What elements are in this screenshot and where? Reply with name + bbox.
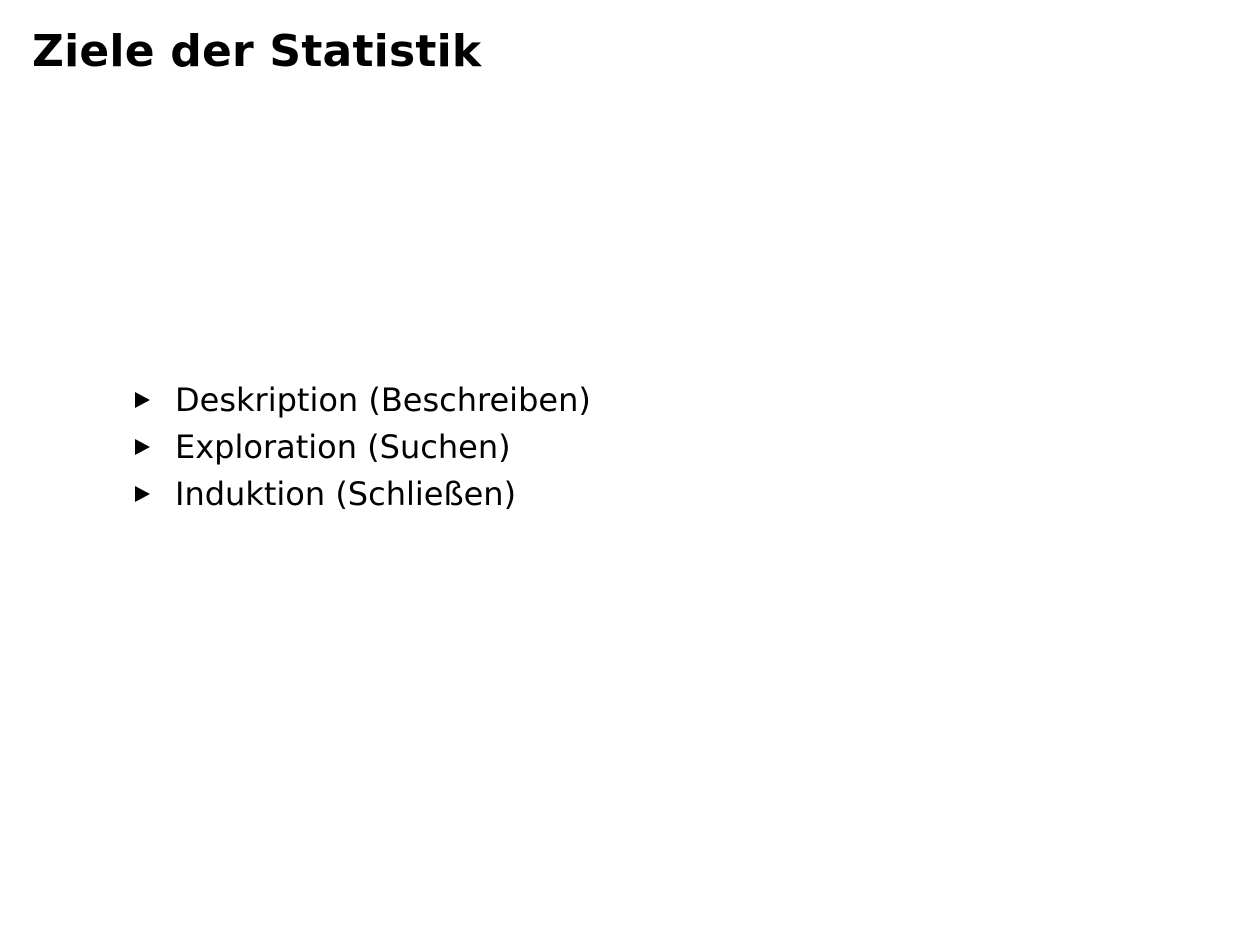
- slide: Ziele der Statistik Deskription (Beschre…: [0, 0, 1260, 945]
- triangle-right-icon: [135, 391, 150, 408]
- bullet-text: Deskription (Beschreiben): [175, 380, 591, 419]
- triangle-right-icon: [135, 438, 150, 455]
- slide-title: Ziele der Statistik: [32, 26, 482, 77]
- bullet-item-exploration: Exploration (Suchen): [135, 423, 591, 470]
- triangle-right-icon: [135, 485, 150, 502]
- bullet-text: Exploration (Suchen): [175, 427, 511, 466]
- bullet-list: Deskription (Beschreiben) Exploration (S…: [135, 376, 591, 517]
- bullet-item-induktion: Induktion (Schließen): [135, 470, 591, 517]
- bullet-item-deskription: Deskription (Beschreiben): [135, 376, 591, 423]
- bullet-text: Induktion (Schließen): [175, 474, 517, 513]
